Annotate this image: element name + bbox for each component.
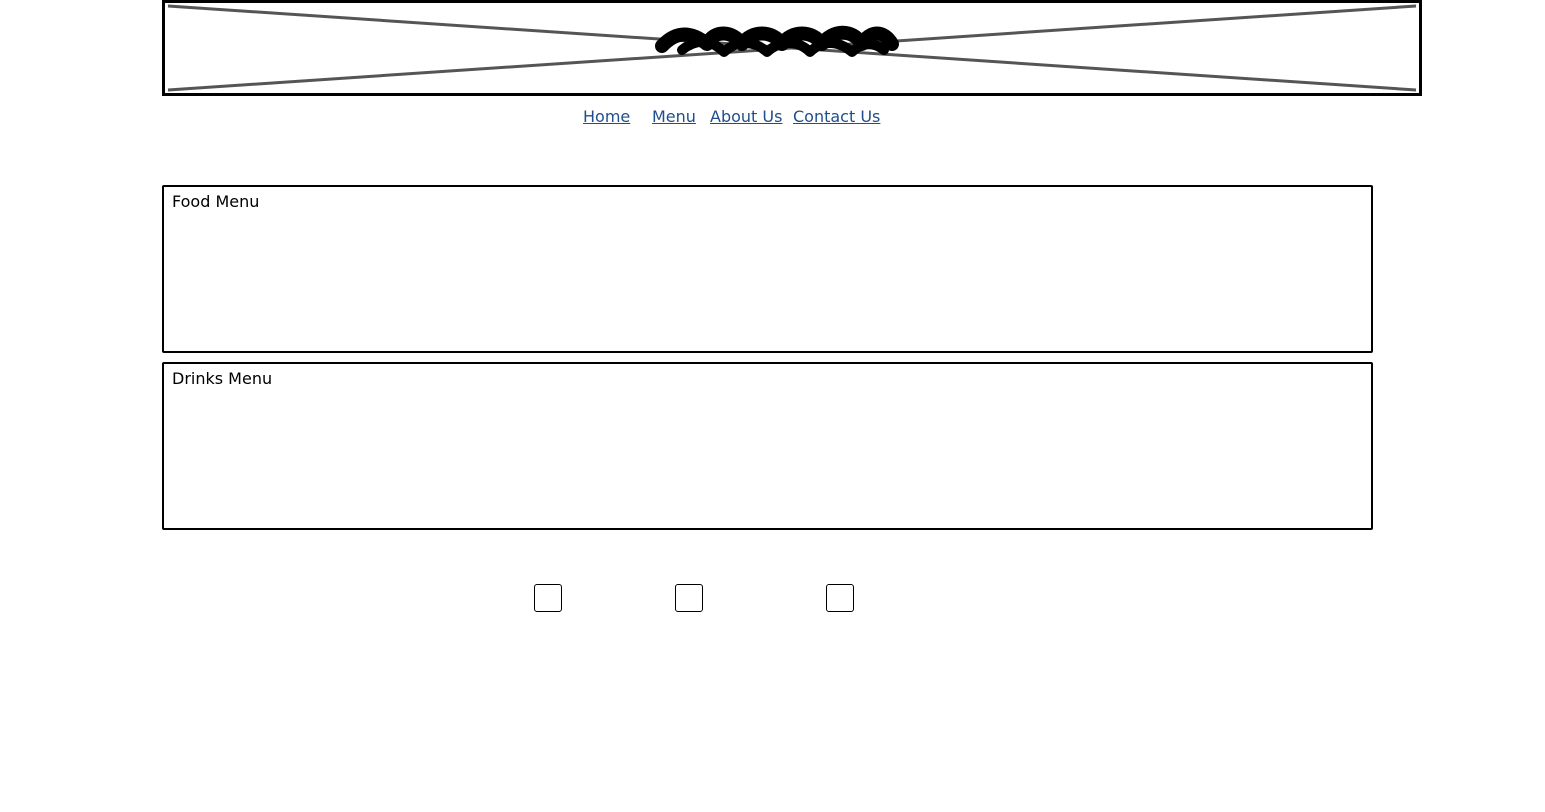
image-placeholder-icon — [162, 0, 1422, 96]
food-menu-panel: Food Menu — [162, 185, 1373, 353]
nav-link-contact-us[interactable]: Contact Us — [793, 106, 880, 128]
nav-link-home[interactable]: Home — [583, 106, 630, 128]
hero-image-placeholder — [162, 0, 1422, 96]
nav-link-about-us[interactable]: About Us — [710, 106, 782, 128]
drinks-menu-title: Drinks Menu — [172, 369, 273, 388]
main-navigation: Home Menu About Us Contact Us — [0, 106, 1545, 130]
nav-link-menu[interactable]: Menu — [652, 106, 696, 128]
drinks-menu-panel: Drinks Menu — [162, 362, 1373, 530]
food-menu-title: Food Menu — [172, 192, 260, 211]
social-icon-placeholder[interactable] — [534, 584, 562, 612]
page: Home Menu About Us Contact Us Food Menu … — [0, 0, 1545, 812]
social-icon-placeholder[interactable] — [675, 584, 703, 612]
social-icon-placeholder[interactable] — [826, 584, 854, 612]
